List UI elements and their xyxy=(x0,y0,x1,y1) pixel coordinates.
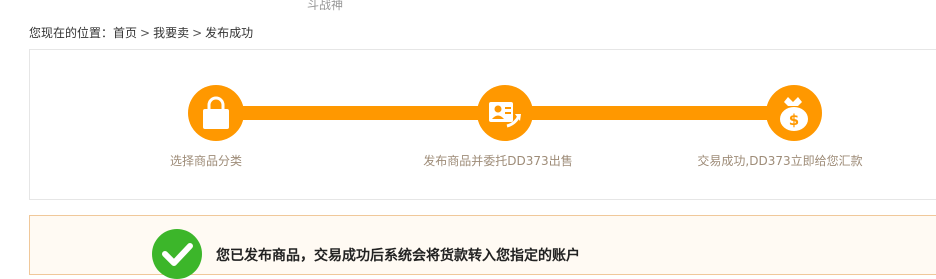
step-1-label: 选择商品分类 xyxy=(169,154,243,168)
svg-text:$: $ xyxy=(789,111,799,129)
publish-card-icon xyxy=(489,102,521,128)
breadcrumb-prefix: 您现在的位置： xyxy=(29,26,114,40)
step-2-circle xyxy=(477,85,533,141)
game-name-text: 斗战神 xyxy=(307,0,344,12)
step-3-label: 交易成功,DD373立即给您汇款 xyxy=(697,154,863,168)
success-check-circle xyxy=(152,229,202,279)
breadcrumb-separator: > xyxy=(140,26,151,40)
money-bag-icon: $ xyxy=(780,97,808,131)
breadcrumb-home-link[interactable]: 首页 xyxy=(113,26,137,40)
breadcrumb: 您现在的位置：首页 > 我要卖 > 发布成功 xyxy=(29,26,253,40)
breadcrumb-separator: > xyxy=(192,26,203,40)
step-3-circle: $ xyxy=(766,85,822,141)
shopping-bag-icon xyxy=(203,96,229,129)
breadcrumb-current: 发布成功 xyxy=(205,26,254,40)
success-message: 您已发布商品，交易成功后系统会将货款转入您指定的账户 xyxy=(216,248,580,264)
breadcrumb-sell-link[interactable]: 我要卖 xyxy=(153,26,189,40)
checkmark-icon xyxy=(162,243,193,266)
step-1-circle xyxy=(188,85,244,141)
step-2-label: 发布商品并委托DD373出售 xyxy=(423,154,573,168)
